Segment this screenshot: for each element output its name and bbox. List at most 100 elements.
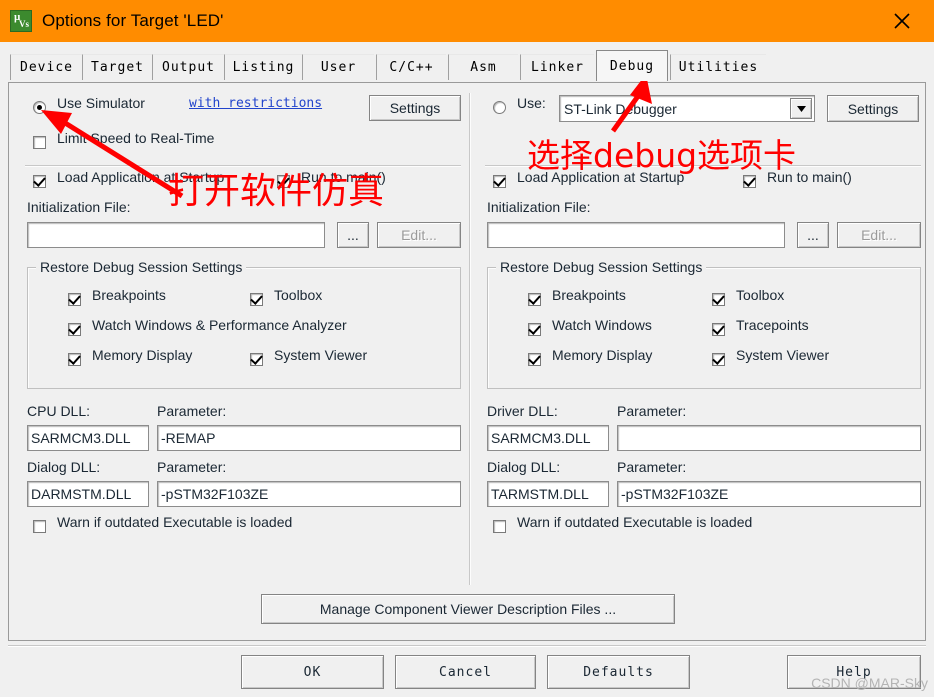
left-init-file-label: Initialization File: [27, 199, 131, 215]
debug-panel: Use Simulator with restrictions Settings… [8, 82, 926, 641]
right-load-app-label: Load Application at Startup [517, 169, 685, 185]
tab-output[interactable]: Output [152, 54, 224, 80]
right-restore-group: Restore Debug Session Settings Breakpoin… [487, 259, 921, 389]
debugger-settings-button[interactable]: Settings [827, 95, 919, 122]
cancel-button[interactable]: Cancel [395, 655, 536, 689]
left-dialog-parameter-label: Parameter: [157, 459, 227, 475]
right-browse-button[interactable]: ... [797, 222, 829, 248]
defaults-button[interactable]: Defaults [547, 655, 690, 689]
right-dialog-dll-label: Dialog DLL: [487, 459, 561, 475]
left-system-viewer-checkbox[interactable] [250, 353, 263, 366]
left-edit-button[interactable]: Edit... [377, 222, 461, 248]
left-breakpoints-label: Breakpoints [92, 287, 166, 303]
right-warn-outdated-checkbox[interactable] [493, 520, 506, 533]
cpu-parameter-input[interactable]: -REMAP [157, 425, 461, 451]
tab-user[interactable]: User [302, 54, 374, 80]
use-simulator-text: Use Simulator [57, 95, 145, 111]
driver-dll-input[interactable]: SARMCM3.DLL [487, 425, 609, 451]
left-memory-display-checkbox[interactable] [68, 353, 81, 366]
right-edit-button[interactable]: Edit... [837, 222, 921, 248]
uvision-icon: µ Vs [10, 10, 32, 32]
close-icon[interactable] [870, 0, 934, 42]
tab-strip: Device Target Output Listing User C/C++ … [0, 42, 934, 84]
limit-speed-checkbox[interactable] [33, 136, 46, 149]
left-watch-windows-label: Watch Windows & Performance Analyzer [92, 317, 347, 333]
tab-device[interactable]: Device [10, 54, 82, 80]
left-separator [25, 165, 461, 167]
left-toolbox-checkbox[interactable] [250, 293, 263, 306]
tab-target[interactable]: Target [82, 54, 152, 80]
right-system-viewer-label: System Viewer [736, 347, 830, 363]
tab-utilities[interactable]: Utilities [670, 54, 766, 80]
right-warn-outdated-label: Warn if outdated Executable is loaded [517, 514, 753, 530]
use-simulator-radio[interactable] [33, 101, 46, 114]
left-memory-display-label: Memory Display [92, 347, 193, 363]
left-warn-outdated-label: Warn if outdated Executable is loaded [57, 514, 293, 530]
right-init-file-label: Initialization File: [487, 199, 591, 215]
footer-separator [8, 645, 926, 647]
tab-linker[interactable]: Linker [520, 54, 594, 80]
left-load-app-checkbox[interactable] [33, 175, 46, 188]
cpu-dll-label: CPU DLL: [27, 403, 91, 419]
tab-asm[interactable]: Asm [448, 54, 518, 80]
manage-component-viewer-button[interactable]: Manage Component Viewer Description File… [261, 594, 675, 624]
with-restrictions-link[interactable]: with restrictions [189, 96, 322, 111]
right-system-viewer-checkbox[interactable] [712, 353, 725, 366]
right-restore-group-title: Restore Debug Session Settings [496, 259, 707, 275]
left-system-viewer-label: System Viewer [274, 347, 368, 363]
right-watch-windows-checkbox[interactable] [528, 323, 541, 336]
simulator-settings-button[interactable]: Settings [369, 95, 461, 121]
right-run-to-main-label: Run to main() [767, 169, 852, 185]
left-toolbox-label: Toolbox [274, 287, 323, 303]
right-toolbox-checkbox[interactable] [712, 293, 725, 306]
tab-debug[interactable]: Debug [596, 50, 668, 81]
tab-listing[interactable]: Listing [224, 54, 302, 80]
tab-c-cpp[interactable]: C/C++ [376, 54, 446, 80]
right-load-app-checkbox[interactable] [493, 175, 506, 188]
left-init-file-input[interactable] [27, 222, 325, 248]
cpu-dll-input[interactable]: SARMCM3.DLL [27, 425, 149, 451]
ok-button[interactable]: OK [241, 655, 384, 689]
left-load-app-label: Load Application at Startup [57, 169, 225, 185]
right-breakpoints-checkbox[interactable] [528, 293, 541, 306]
right-dialog-parameter-input[interactable]: -pSTM32F103ZE [617, 481, 921, 507]
left-dialog-dll-input[interactable]: DARMSTM.DLL [27, 481, 149, 507]
right-dialog-dll-input[interactable]: TARMSTM.DLL [487, 481, 609, 507]
left-restore-group: Restore Debug Session Settings Breakpoin… [27, 259, 461, 389]
left-run-to-main-label: Run to main() [301, 169, 386, 185]
debugger-select[interactable]: ST-Link Debugger [559, 95, 815, 122]
right-toolbox-label: Toolbox [736, 287, 785, 303]
window-title: Options for Target 'LED' [42, 11, 224, 30]
left-watch-windows-checkbox[interactable] [68, 323, 81, 336]
right-tracepoints-checkbox[interactable] [712, 323, 725, 336]
left-breakpoints-checkbox[interactable] [68, 293, 81, 306]
driver-parameter-label: Parameter: [617, 403, 687, 419]
title-bar: µ Vs Options for Target 'LED' [0, 0, 934, 42]
cpu-parameter-label: Parameter: [157, 403, 227, 419]
use-debugger-label: Use: [517, 95, 546, 111]
chevron-down-icon[interactable] [790, 98, 812, 119]
right-separator [485, 165, 921, 167]
right-tracepoints-label: Tracepoints [736, 317, 809, 333]
right-run-to-main-checkbox[interactable] [743, 175, 756, 188]
left-warn-outdated-checkbox[interactable] [33, 520, 46, 533]
right-dialog-parameter-label: Parameter: [617, 459, 687, 475]
left-run-to-main-checkbox[interactable] [277, 175, 290, 188]
limit-speed-label: Limit Speed to Real-Time [57, 130, 215, 146]
debugger-select-value: ST-Link Debugger [564, 100, 677, 117]
left-dialog-dll-label: Dialog DLL: [27, 459, 101, 475]
watermark: CSDN @MAR-Sky [811, 675, 928, 691]
right-breakpoints-label: Breakpoints [552, 287, 626, 303]
use-simulator-label: Use Simulator [57, 95, 145, 111]
panel-divider [469, 93, 471, 585]
right-memory-display-label: Memory Display [552, 347, 653, 363]
right-memory-display-checkbox[interactable] [528, 353, 541, 366]
driver-parameter-input[interactable] [617, 425, 921, 451]
left-restore-group-title: Restore Debug Session Settings [36, 259, 247, 275]
left-browse-button[interactable]: ... [337, 222, 369, 248]
left-dialog-parameter-input[interactable]: -pSTM32F103ZE [157, 481, 461, 507]
use-debugger-radio[interactable] [493, 101, 506, 114]
right-watch-windows-label: Watch Windows [552, 317, 652, 333]
right-init-file-input[interactable] [487, 222, 785, 248]
driver-dll-label: Driver DLL: [487, 403, 558, 419]
